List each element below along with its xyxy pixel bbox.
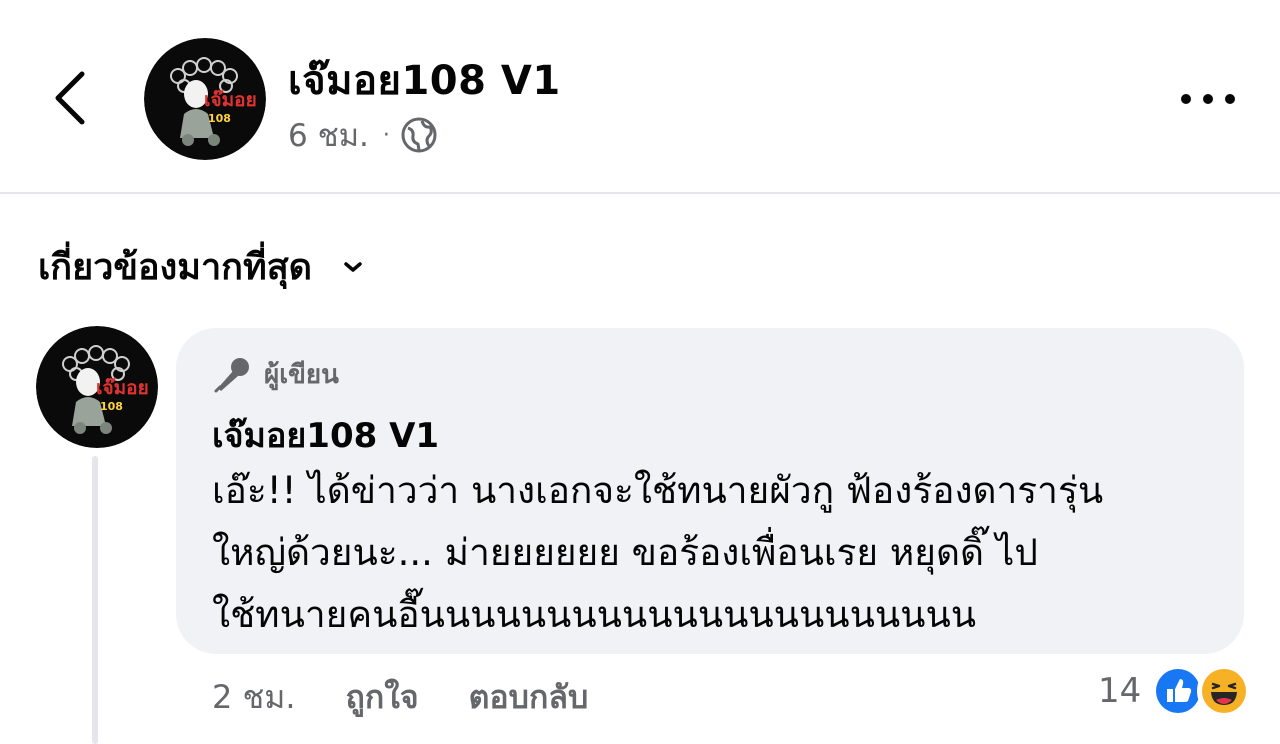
- author-badge: ผู้เขียน: [212, 354, 339, 395]
- comment-author[interactable]: เจ๊มอย108 V1: [212, 408, 439, 462]
- comment-actions: 2 ชม. ถูกใจ ตอบกลับ: [212, 672, 588, 723]
- page-name[interactable]: เจ๊มอย108 V1: [288, 48, 561, 112]
- avatar-logo-text: เจ๊มอย: [204, 89, 257, 111]
- comment-time[interactable]: 2 ชม.: [212, 672, 296, 723]
- chevron-left-icon: [55, 71, 85, 125]
- like-button[interactable]: ถูกใจ: [346, 672, 419, 723]
- meta-separator: ·: [382, 122, 390, 148]
- commenter-avatar[interactable]: เจ๊มอย 108: [36, 326, 158, 448]
- back-button[interactable]: [44, 62, 100, 134]
- globe-icon: [401, 117, 437, 153]
- reply-button[interactable]: ตอบกลับ: [469, 672, 589, 723]
- haha-icon: [1197, 664, 1252, 718]
- page-avatar[interactable]: เจ๊มอย 108: [144, 38, 266, 160]
- comment-line: ใหญ่ด้วยนะ... ม่ายยยยยย ขอร้องเพื่อนเรย …: [212, 531, 1038, 574]
- chevron-down-icon: [344, 261, 362, 272]
- reaction-summary[interactable]: 14: [1098, 664, 1252, 718]
- avatar-logo-text: เจ๊มอย: [96, 377, 149, 399]
- thread-line: [92, 456, 98, 744]
- post-header: เจ๊มอย 108 เจ๊มอย108 V1 6 ชม. ·: [0, 0, 1280, 192]
- reaction-count: 14: [1098, 671, 1142, 711]
- comment-text: เอ๊ะ!! ได้ข่าวว่า นางเอกจะใช้ทนายผัวกู ฟ…: [212, 460, 1222, 646]
- comment-line: เอ๊ะ!! ได้ข่าวว่า นางเอกจะใช้ทนายผัวกู ฟ…: [212, 469, 1104, 512]
- more-options-button[interactable]: [1176, 84, 1240, 114]
- header-divider: [0, 192, 1280, 194]
- comment-bubble: ผู้เขียน เจ๊มอย108 V1 เอ๊ะ!! ได้ข่าวว่า …: [176, 328, 1244, 654]
- post-time[interactable]: 6 ชม.: [288, 110, 369, 160]
- more-horizontal-icon: [1181, 94, 1235, 104]
- sort-label: เกี่ยวข้องมากที่สุด: [38, 247, 313, 288]
- author-badge-label: ผู้เขียน: [264, 360, 339, 390]
- avatar-logo-number: 108: [100, 400, 123, 413]
- avatar-logo-number: 108: [208, 112, 231, 125]
- comment-sort-dropdown[interactable]: เกี่ยวข้องมากที่สุด: [38, 238, 364, 295]
- post-meta: 6 ชม. ·: [288, 110, 438, 160]
- comment-line: ใช้ทนายคนอื๊นนนนนนนนนนนนนนนนนนนนนน: [212, 593, 977, 636]
- microphone-icon: [214, 357, 249, 392]
